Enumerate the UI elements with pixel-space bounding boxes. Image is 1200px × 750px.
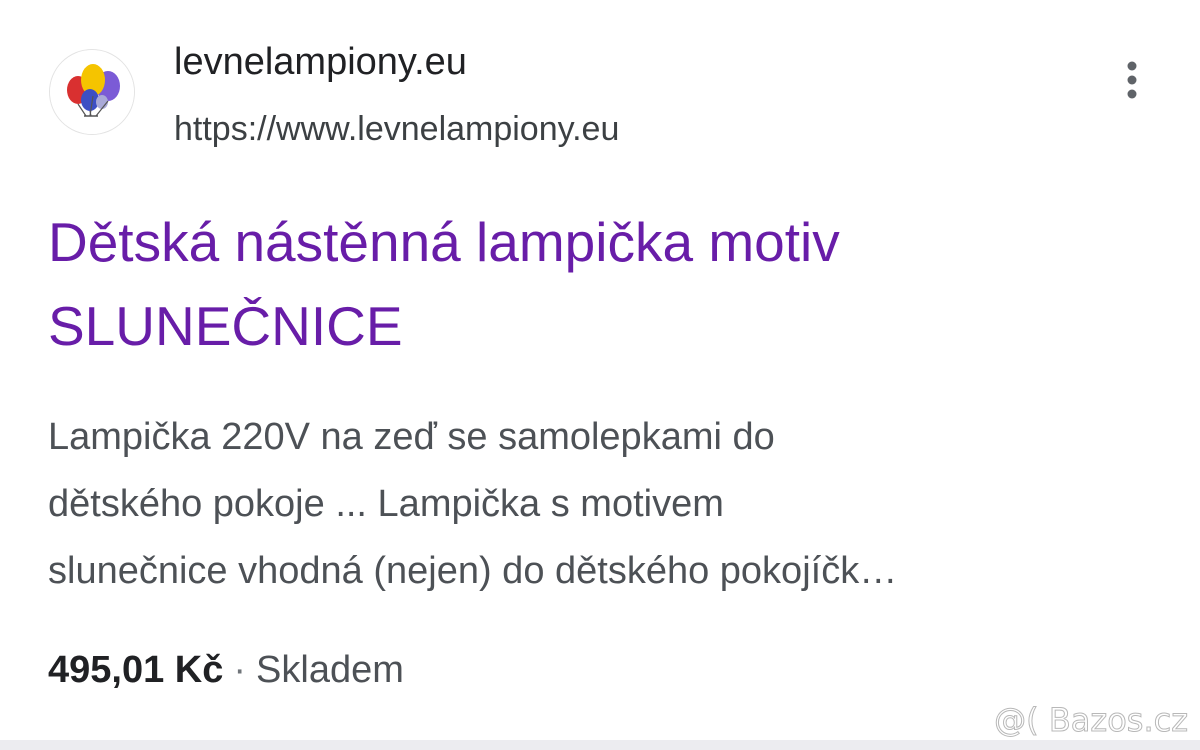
site-name[interactable]: levnelampiony.eu (174, 36, 467, 88)
availability-status: Skladem (256, 649, 404, 691)
price: 495,01 Kč (48, 649, 224, 691)
meta-separator: · (233, 649, 247, 691)
bottom-divider (0, 740, 1200, 750)
more-options-button[interactable] (1114, 58, 1150, 102)
site-url[interactable]: https://www.levnelampiony.eu (174, 106, 619, 152)
site-favicon[interactable] (50, 50, 134, 134)
snippet-line: slunečnice vhodná (nejen) do dětského po… (48, 550, 898, 592)
more-vert-icon (1127, 61, 1137, 99)
snippet-line: dětského pokoje ... Lampička s motivem (48, 483, 724, 525)
search-result-card: levnelampiony.eu https://www.levnelampio… (0, 0, 1200, 750)
result-meta: 495,01 Kč · Skladem (48, 643, 404, 697)
snippet-line: Lampička 220V na zeď se samolepkami do (48, 416, 775, 458)
watermark: @( Bazos.cz (994, 701, 1189, 740)
result-snippet: Lampička 220V na zeď se samolepkami do d… (48, 404, 1158, 605)
balloons-logo-icon (50, 50, 134, 134)
result-title-link[interactable]: Dětská nástěnná lampička motiv SLUNEČNIC… (48, 200, 1148, 368)
